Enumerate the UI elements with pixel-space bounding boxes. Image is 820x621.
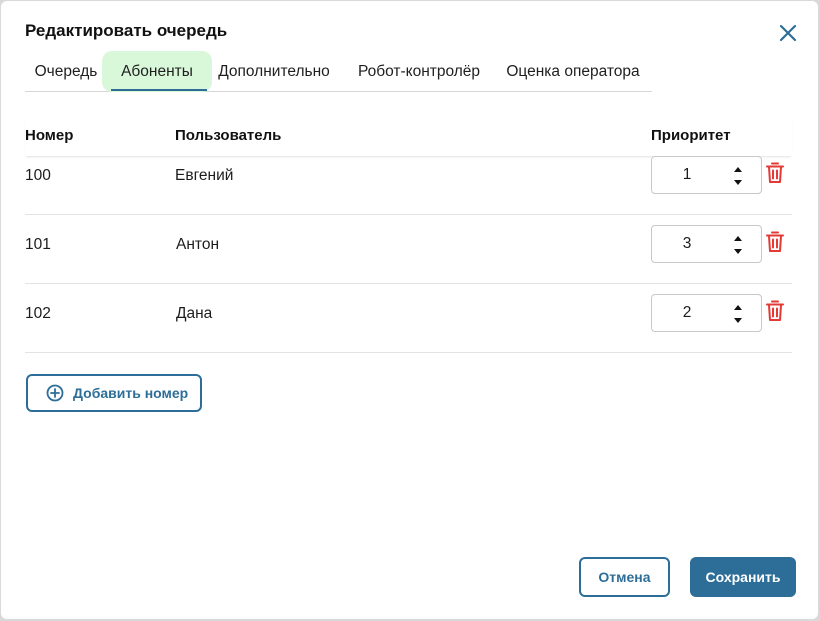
- column-header-priority: Приоритет: [651, 127, 731, 144]
- tab-additional[interactable]: Дополнительно: [212, 51, 336, 92]
- priority-stepper[interactable]: 2: [651, 294, 762, 332]
- plus-circle-icon: [46, 384, 64, 402]
- tab-operator-rating[interactable]: Оценка оператора: [498, 51, 648, 92]
- tab-bar: Очередь Абоненты Дополнительно Робот-кон…: [25, 51, 652, 92]
- row-user: Антон: [176, 236, 220, 253]
- row-user: Евгений: [175, 167, 234, 184]
- table-row: 100 Евгений 1: [25, 146, 792, 215]
- priority-value[interactable]: 1: [652, 166, 722, 184]
- close-icon: [779, 24, 797, 42]
- add-number-button[interactable]: Добавить номер: [26, 374, 202, 412]
- caret-down-icon[interactable]: [730, 245, 746, 257]
- close-button[interactable]: [777, 22, 799, 44]
- caret-up-icon[interactable]: [730, 301, 746, 313]
- priority-stepper[interactable]: 1: [651, 156, 762, 194]
- edit-queue-dialog: Редактировать очередь Очередь Абоненты Д…: [1, 1, 818, 619]
- table-row: 101 Антон 3: [25, 215, 792, 284]
- add-number-label: Добавить номер: [73, 385, 189, 401]
- save-button[interactable]: Сохранить: [690, 557, 796, 597]
- trash-icon[interactable]: [765, 162, 787, 186]
- caret-up-icon[interactable]: [730, 232, 746, 244]
- tab-subscribers[interactable]: Абоненты: [102, 51, 212, 92]
- trash-icon[interactable]: [765, 231, 787, 255]
- priority-stepper[interactable]: 3: [651, 225, 762, 263]
- row-user: Дана: [176, 305, 213, 322]
- cancel-button[interactable]: Отмена: [579, 557, 670, 597]
- dialog-title: Редактировать очередь: [25, 21, 228, 40]
- column-header-number: Номер: [25, 127, 74, 144]
- caret-down-icon[interactable]: [730, 314, 746, 326]
- priority-value[interactable]: 2: [652, 304, 722, 322]
- table-row: 102 Дана 2: [25, 284, 792, 353]
- priority-value[interactable]: 3: [652, 235, 722, 253]
- tab-queue[interactable]: Очередь: [25, 51, 107, 92]
- caret-up-icon[interactable]: [730, 163, 746, 175]
- column-header-user: Пользователь: [175, 127, 282, 144]
- caret-down-icon[interactable]: [730, 176, 746, 188]
- trash-icon[interactable]: [765, 300, 787, 324]
- tab-robot-controller[interactable]: Робот-контролёр: [348, 51, 490, 92]
- row-number: 101: [25, 236, 51, 253]
- row-number: 102: [25, 305, 51, 322]
- row-number: 100: [25, 167, 51, 184]
